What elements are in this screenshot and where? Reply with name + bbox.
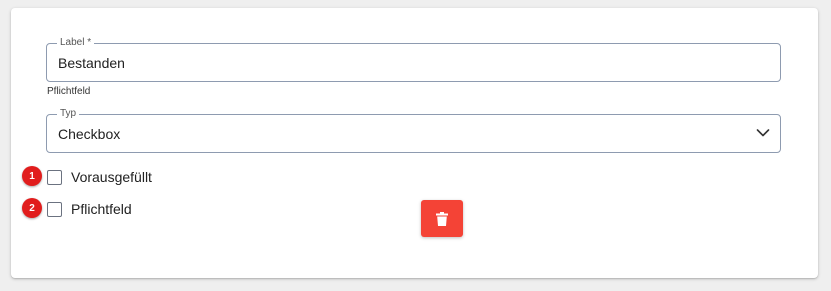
checkbox-prefilled-row[interactable]: Vorausgefüllt [47, 167, 152, 187]
label-input[interactable]: Label * Bestanden [46, 37, 781, 82]
trash-icon [436, 211, 448, 226]
chevron-down-icon[interactable] [756, 128, 770, 138]
type-select[interactable]: Typ Checkbox [46, 108, 781, 153]
delete-button[interactable] [421, 200, 463, 237]
checkbox-required-label: Pflichtfeld [71, 201, 132, 217]
checkbox-prefilled[interactable] [47, 169, 62, 185]
checkbox-required[interactable] [47, 201, 62, 217]
label-input-value: Bestanden [58, 55, 125, 71]
label-input-label: Label * [57, 37, 95, 49]
step-badge-2: 2 [22, 198, 42, 218]
label-helper-text: Pflichtfeld [47, 86, 91, 97]
type-select-label: Typ [57, 108, 80, 120]
checkbox-required-row[interactable]: Pflichtfeld [47, 199, 132, 219]
checkbox-prefilled-label: Vorausgefüllt [71, 169, 152, 185]
type-select-value: Checkbox [58, 126, 121, 142]
step-badge-1: 1 [22, 166, 42, 186]
